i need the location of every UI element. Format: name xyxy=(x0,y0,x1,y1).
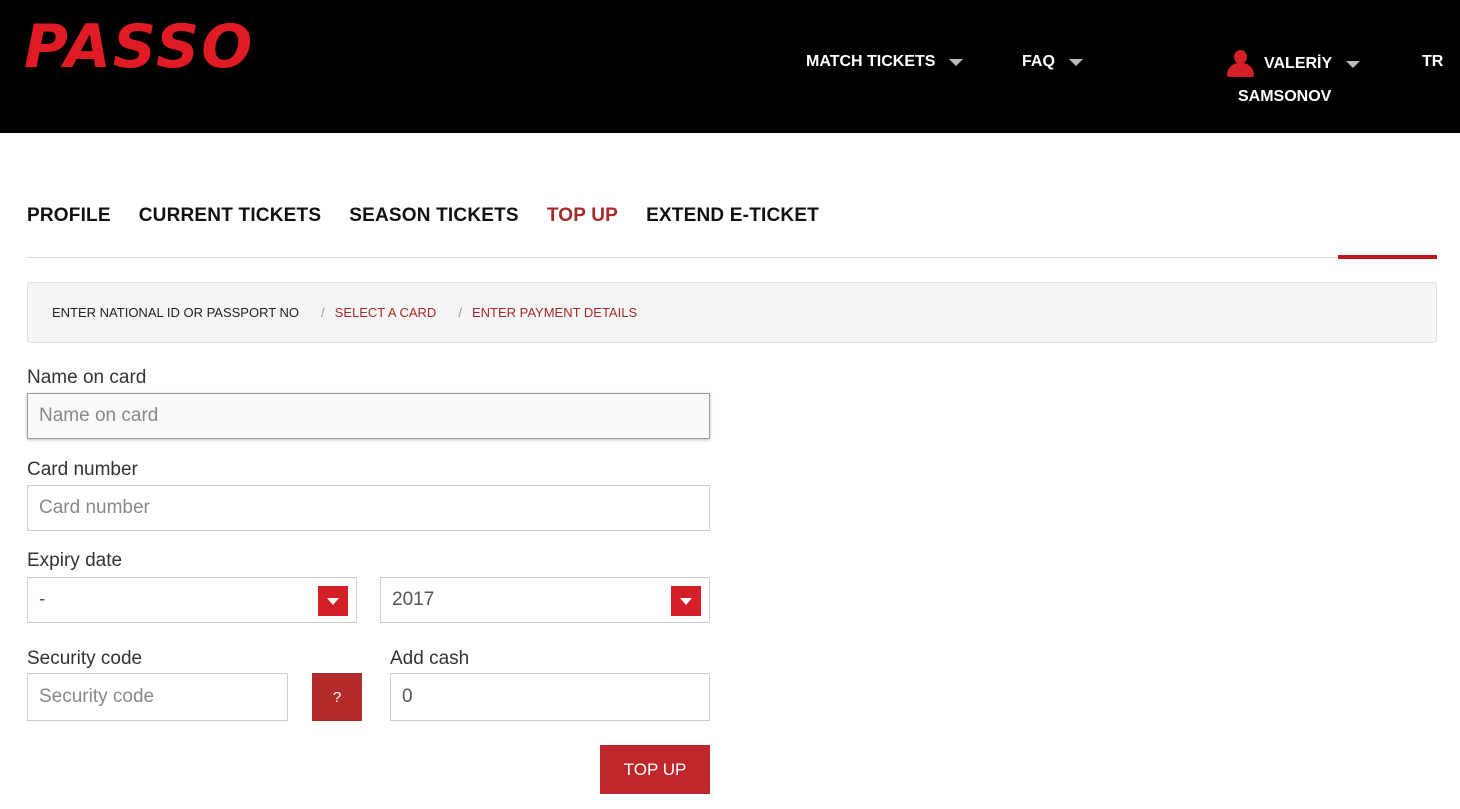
language-switch[interactable]: TR xyxy=(1422,53,1443,71)
security-code-help-button[interactable]: ? xyxy=(312,673,362,721)
nav-user-menu[interactable]: VALERİY xyxy=(1226,50,1361,78)
chevron-down-icon xyxy=(1068,58,1083,66)
breadcrumb-separator: / xyxy=(321,305,325,320)
breadcrumb-step-national-id: ENTER NATIONAL ID OR PASSPORT NO xyxy=(52,305,300,320)
user-first-name: VALERİY xyxy=(1264,55,1333,72)
expiry-date-label: Expiry date xyxy=(27,550,123,571)
top-up-button[interactable]: TOP UP xyxy=(600,745,710,794)
user-icon xyxy=(1226,50,1254,78)
expiry-month-select[interactable]: - xyxy=(27,577,357,623)
add-cash-input[interactable] xyxy=(390,673,710,721)
expiry-year-select[interactable]: 2017 xyxy=(380,577,710,623)
passo-logo[interactable]: PASSO xyxy=(24,12,254,82)
user-last-name[interactable]: SAMSONOV xyxy=(1238,88,1331,106)
tab-extend-e-ticket[interactable]: EXTEND E-TICKET xyxy=(646,205,819,227)
tabs-divider xyxy=(27,257,1437,258)
expiry-month-value: - xyxy=(39,589,46,610)
chevron-down-icon xyxy=(1346,60,1361,68)
tab-top-up[interactable]: TOP UP xyxy=(547,205,618,227)
name-on-card-label: Name on card xyxy=(27,367,147,388)
tab-season-tickets[interactable]: SEASON TICKETS xyxy=(349,205,519,227)
add-cash-label: Add cash xyxy=(390,648,470,669)
dropdown-arrow-icon xyxy=(318,586,348,616)
breadcrumb: ENTER NATIONAL ID OR PASSPORT NO / SELEC… xyxy=(27,282,1437,343)
tab-current-tickets[interactable]: CURRENT TICKETS xyxy=(139,205,321,227)
breadcrumb-step-select-card[interactable]: SELECT A CARD xyxy=(335,305,437,320)
security-code-label: Security code xyxy=(27,648,143,669)
card-number-input[interactable] xyxy=(27,485,710,531)
security-code-input[interactable] xyxy=(27,673,288,721)
breadcrumb-separator: / xyxy=(458,305,462,320)
nav-match-tickets-label: MATCH TICKETS xyxy=(806,53,936,70)
nav-faq[interactable]: FAQ xyxy=(1022,53,1083,71)
tabs-accent-bar xyxy=(1338,255,1437,259)
card-number-label: Card number xyxy=(27,459,138,480)
expiry-year-value: 2017 xyxy=(392,589,435,610)
breadcrumb-step-payment-details[interactable]: ENTER PAYMENT DETAILS xyxy=(472,305,637,320)
nav-faq-label: FAQ xyxy=(1022,53,1055,70)
nav-match-tickets[interactable]: MATCH TICKETS xyxy=(806,53,964,71)
chevron-down-icon xyxy=(949,58,964,66)
tab-profile[interactable]: PROFILE xyxy=(27,205,111,227)
top-header: PASSO MATCH TICKETS FAQ VALERİY SAMSONOV… xyxy=(0,0,1460,133)
name-on-card-input[interactable] xyxy=(27,393,710,439)
dropdown-arrow-icon xyxy=(671,586,701,616)
account-tabs: PROFILE CURRENT TICKETS SEASON TICKETS T… xyxy=(27,205,847,227)
